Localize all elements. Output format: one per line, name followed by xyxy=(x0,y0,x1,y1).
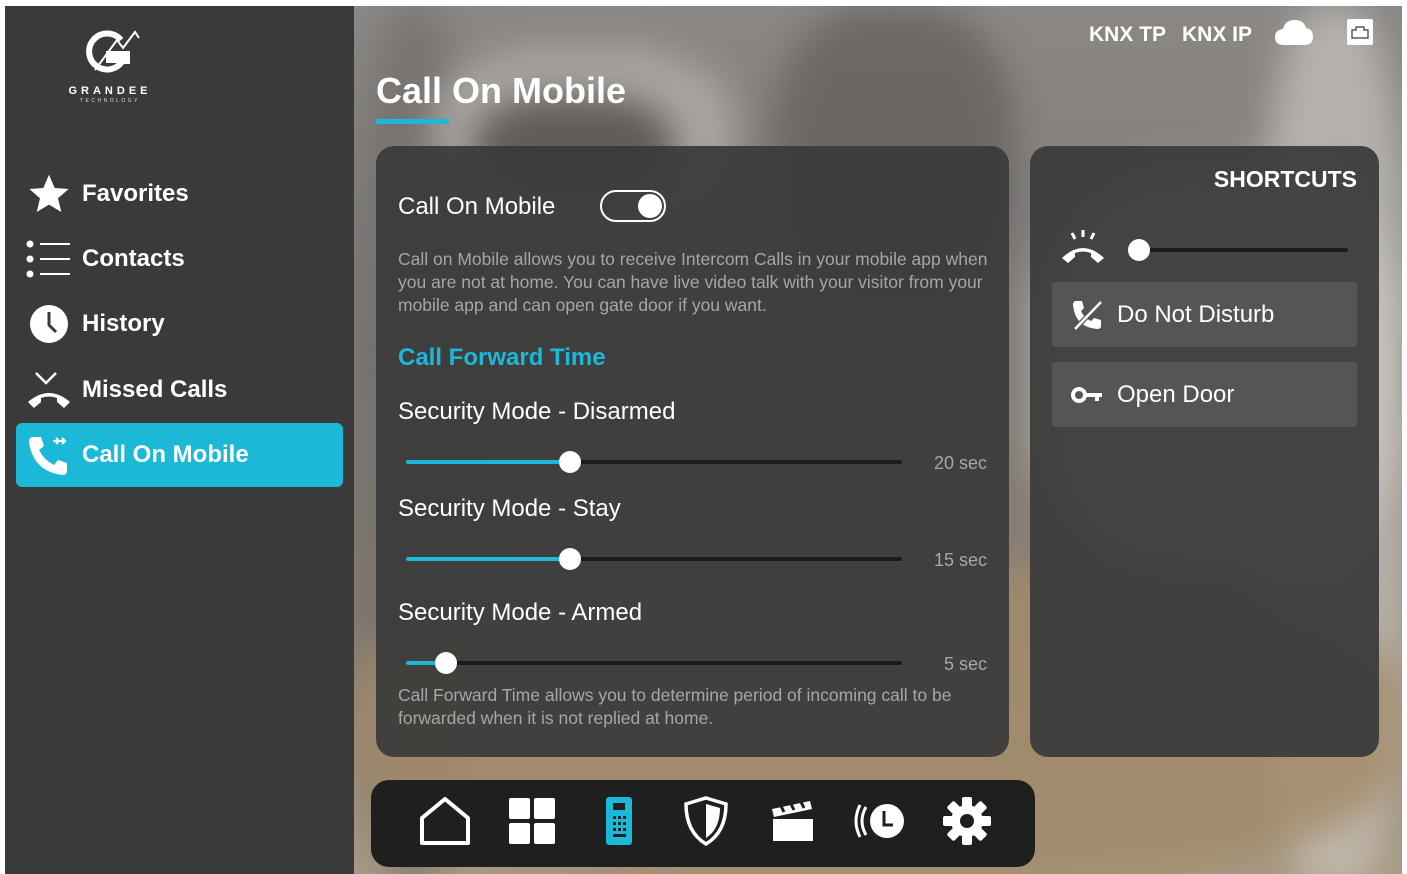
call-on-mobile-label: Call On Mobile xyxy=(398,193,556,220)
settings-icon xyxy=(942,796,992,851)
sidebar-item-label: Missed Calls xyxy=(82,376,228,403)
sidebar-item-label: Favorites xyxy=(82,180,189,207)
dock-grid-button[interactable] xyxy=(488,780,575,867)
status-bar: KNX TP KNX IP xyxy=(1089,18,1374,51)
armed-label: Security Mode - Armed xyxy=(398,599,643,626)
ringer-volume-icon xyxy=(1060,228,1106,264)
app-window: GRANDEE TECHNOLOGY Favorites Contacts Hi… xyxy=(5,6,1402,874)
slider-thumb[interactable] xyxy=(558,548,581,570)
ethernet-icon xyxy=(1346,18,1374,51)
clock-icon xyxy=(26,301,72,347)
do-not-disturb-icon xyxy=(1067,295,1107,335)
dock-security-button[interactable] xyxy=(662,780,749,867)
dock-schedule-button[interactable] xyxy=(836,780,923,867)
page-title: Call On Mobile xyxy=(376,70,627,111)
intercom-icon xyxy=(605,796,633,851)
star-icon xyxy=(26,171,72,217)
home-icon xyxy=(419,796,471,851)
sidebar-item-history[interactable]: History xyxy=(16,292,343,356)
title-underline xyxy=(376,119,449,124)
sidebar-item-missed-calls[interactable]: Missed Calls xyxy=(16,358,343,422)
list-icon xyxy=(26,236,72,282)
disarmed-slider[interactable] xyxy=(406,450,902,474)
scene-icon xyxy=(770,799,816,848)
stay-value: 15 sec xyxy=(933,550,987,570)
shortcuts-panel: SHORTCUTS Do Not Disturb Open Door xyxy=(1030,146,1379,757)
brand-name: GRANDEE xyxy=(68,85,152,97)
armed-value: 5 sec xyxy=(943,654,987,674)
sidebar-item-call-on-mobile[interactable]: Call On Mobile xyxy=(16,423,343,487)
phone-forward-icon xyxy=(26,432,72,478)
call-forward-title: Call Forward Time xyxy=(398,344,606,371)
call-on-mobile-description: Call on Mobile allows you to receive Int… xyxy=(398,249,988,315)
slider-thumb[interactable] xyxy=(558,451,581,473)
stay-slider[interactable] xyxy=(406,547,902,571)
do-not-disturb-label: Do Not Disturb xyxy=(1117,300,1275,328)
disarmed-label: Security Mode - Disarmed xyxy=(398,398,676,425)
stay-label: Security Mode - Stay xyxy=(398,495,621,522)
call-forward-description: Call Forward Time allows you to determin… xyxy=(398,685,952,728)
disarmed-value: 20 sec xyxy=(933,453,987,473)
dock-intercom-button[interactable] xyxy=(575,780,662,867)
knx-ip-status: KNX IP xyxy=(1181,22,1252,46)
missed-call-icon xyxy=(26,367,72,413)
sidebar-item-contacts[interactable]: Contacts xyxy=(16,227,343,291)
schedule-icon xyxy=(854,801,906,846)
slider-thumb[interactable] xyxy=(1128,239,1150,261)
shield-icon xyxy=(683,796,728,851)
sidebar-item-label: Call On Mobile xyxy=(82,441,249,468)
slider-thumb[interactable] xyxy=(434,652,457,674)
logo: GRANDEE TECHNOLOGY xyxy=(65,26,155,108)
shortcuts-title: SHORTCUTS xyxy=(1213,166,1357,192)
armed-slider[interactable] xyxy=(406,651,902,675)
sidebar: GRANDEE TECHNOLOGY Favorites Contacts Hi… xyxy=(5,6,354,874)
dock-home-button[interactable] xyxy=(401,780,488,867)
sidebar-item-favorites[interactable]: Favorites xyxy=(16,162,343,226)
logo-mark-icon xyxy=(86,30,140,73)
dock-settings-button[interactable] xyxy=(923,780,1010,867)
cloud-icon xyxy=(1274,18,1314,51)
open-door-button[interactable]: Open Door xyxy=(1052,362,1357,427)
open-door-label: Open Door xyxy=(1117,380,1235,408)
call-on-mobile-toggle[interactable] xyxy=(600,190,666,222)
call-on-mobile-panel: Call On Mobile Call on Mobile allows you… xyxy=(376,146,1009,757)
do-not-disturb-button[interactable]: Do Not Disturb xyxy=(1052,282,1357,347)
sidebar-item-label: Contacts xyxy=(82,245,185,272)
key-icon xyxy=(1067,375,1107,415)
knx-tp-status: KNX TP xyxy=(1088,22,1166,46)
ringer-volume-slider[interactable] xyxy=(1128,239,1348,263)
sidebar-item-label: History xyxy=(82,310,165,337)
dock-scene-button[interactable] xyxy=(749,780,836,867)
bottom-dock xyxy=(371,780,1035,867)
brand-tagline: TECHNOLOGY xyxy=(79,98,140,104)
grid-icon xyxy=(508,797,556,850)
toggle-knob xyxy=(638,194,662,218)
